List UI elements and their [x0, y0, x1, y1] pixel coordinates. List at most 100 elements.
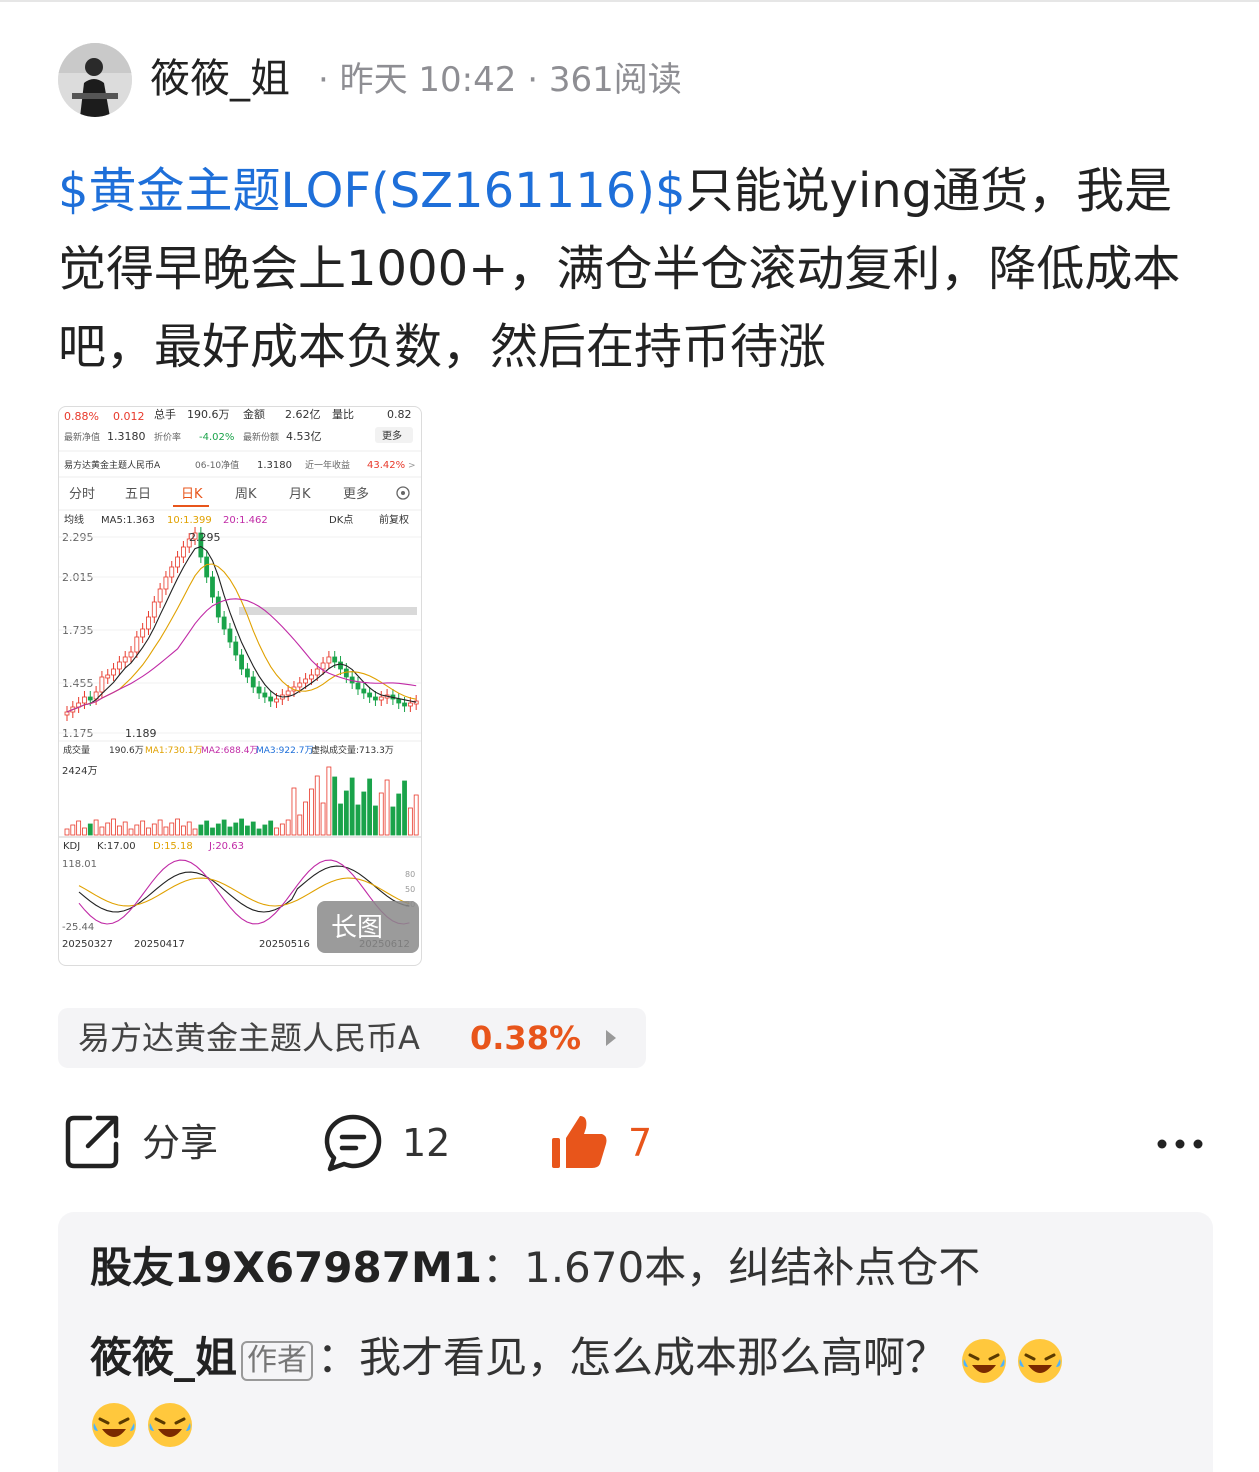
- volume-bar: [111, 818, 116, 836]
- volume-bar: [93, 819, 99, 836]
- volume-bar: [285, 819, 291, 836]
- candle: [175, 556, 180, 568]
- like-button[interactable]: 7: [548, 1112, 668, 1174]
- candle: [111, 668, 116, 676]
- tab-1[interactable]: 五日: [125, 487, 151, 502]
- volume-bar: [227, 826, 233, 836]
- volume-bar: [349, 777, 355, 836]
- fund-label: 易方达黄金主题人民币A: [64, 459, 161, 471]
- volume-bar: [256, 828, 262, 836]
- kdj-80: 80: [405, 870, 415, 879]
- volume-bar: [245, 825, 250, 836]
- candle: [134, 636, 140, 653]
- candle: [314, 668, 320, 676]
- tab-3[interactable]: 周K: [235, 487, 257, 502]
- candle: [268, 696, 274, 702]
- more-icon[interactable]: [1150, 1126, 1210, 1162]
- volume-bar: [221, 819, 227, 836]
- candle: [332, 656, 338, 663]
- volume-bar: [99, 826, 105, 836]
- adjust-mode: 前复权: [379, 513, 409, 526]
- volume-bar: [314, 775, 320, 836]
- volume-bar: [407, 807, 413, 836]
- chart-image[interactable]: 0.88% 0.012 总手 190.6万 金额 2.62亿 量比 0.82 最…: [58, 406, 422, 966]
- candle: [297, 682, 303, 688]
- candle: [233, 641, 239, 656]
- thumbs-up-icon: [552, 1116, 607, 1168]
- volume-bar: [151, 823, 157, 836]
- dk-point: DK点: [329, 514, 353, 526]
- laughing-crying-emoji-icon: [92, 1402, 136, 1447]
- comment-user[interactable]: 筱筱_姐: [90, 1333, 237, 1382]
- comment-sep: ：: [481, 1243, 524, 1292]
- candle: [128, 651, 134, 658]
- ratio-label: 量比: [332, 408, 354, 421]
- avatar[interactable]: [58, 43, 132, 117]
- volume-bar: [279, 823, 285, 836]
- candle: [373, 696, 378, 701]
- kdj-50: 50: [405, 885, 415, 894]
- fund-chip[interactable]: 易方达黄金主题人民币A 0.38%: [58, 1008, 646, 1068]
- high-label: 2.295: [189, 531, 221, 544]
- volume-bar: [402, 780, 407, 836]
- kdj-top: 118.01: [62, 859, 97, 870]
- volume-bar: [396, 793, 402, 836]
- volume-bar: [373, 805, 378, 836]
- candle: [245, 668, 250, 678]
- volume-bar: [326, 766, 332, 836]
- share-icon: [65, 1115, 119, 1169]
- candle: [274, 698, 279, 703]
- volume-bar: [303, 801, 309, 836]
- kdj-d: D:15.18: [153, 841, 193, 852]
- volume-bar: [367, 778, 373, 836]
- vol-value: 190.6万: [187, 408, 230, 421]
- kdj-j: J:20.63: [208, 841, 244, 852]
- date-1: 20250327: [62, 939, 113, 950]
- fund-chip-name: 易方达黄金主题人民币A: [78, 1019, 420, 1057]
- volume-bar: [378, 792, 384, 836]
- like-count: 7: [628, 1121, 653, 1165]
- volume-bar: [384, 779, 390, 836]
- comment-2[interactable]: 筱筱_姐 作者 ：我才看见，怎么成本那么高啊？: [90, 1328, 1072, 1388]
- comment-1[interactable]: 股友19X67987M1：1.670本，纠结补点仓不: [90, 1238, 980, 1298]
- candle: [338, 661, 343, 670]
- candle: [116, 661, 122, 670]
- premium-label: 折价率: [154, 431, 181, 443]
- candle: [407, 702, 413, 707]
- tab-5[interactable]: 更多: [343, 486, 369, 502]
- stock-link[interactable]: $黄金主题LOF(SZ161116)$: [58, 163, 686, 219]
- candle: [361, 688, 367, 694]
- tab-0[interactable]: 分时: [69, 487, 95, 502]
- volume-bar: [268, 820, 274, 836]
- volume-bar: [361, 791, 367, 836]
- vol-ma2: MA2:688.4万: [201, 746, 258, 756]
- laughing-crying-emoji-icon: [148, 1402, 192, 1447]
- more-label: 更多: [382, 429, 402, 442]
- share-button[interactable]: 分享: [62, 1112, 252, 1174]
- period-tabs[interactable]: 分时 五日 日K 周K 月K 更多: [69, 486, 369, 502]
- comment-user[interactable]: 股友19X67987M1: [90, 1243, 482, 1292]
- candle: [367, 692, 373, 698]
- volume-bar: [309, 788, 314, 836]
- ma-select: 均线: [64, 513, 84, 526]
- candle: [140, 628, 146, 638]
- return-value: 43.42%: [367, 460, 405, 471]
- comment-button[interactable]: 12: [322, 1112, 472, 1174]
- volume-bar: [134, 824, 140, 836]
- volume-bar: [105, 822, 111, 836]
- nav-value: 1.3180: [107, 430, 146, 443]
- volume-bar: [291, 787, 297, 836]
- candles: [64, 527, 419, 721]
- settings-icon[interactable]: [396, 486, 410, 500]
- comment-2-emoji-row: [90, 1392, 202, 1452]
- volume-bar: [239, 818, 244, 836]
- volume-bar: [332, 776, 338, 836]
- candle: [105, 674, 111, 679]
- volume-bar: [70, 824, 76, 836]
- candle: [87, 696, 93, 701]
- nav-date: 06-10净值: [195, 459, 239, 471]
- tab-4[interactable]: 月K: [289, 487, 311, 502]
- author-name[interactable]: 筱筱_姐: [150, 52, 290, 106]
- tab-2[interactable]: 日K: [181, 487, 203, 502]
- vol-ma3: MA3:922.7万: [256, 746, 313, 756]
